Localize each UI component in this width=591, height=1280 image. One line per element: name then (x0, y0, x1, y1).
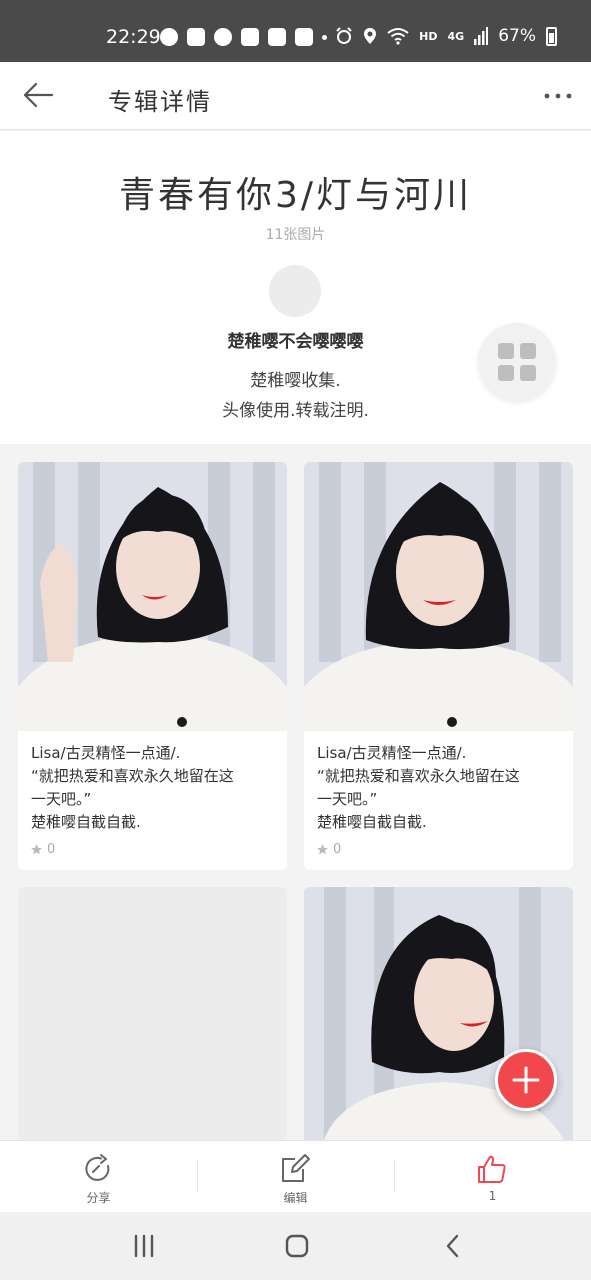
network-type: HD (419, 29, 438, 43)
add-button[interactable] (495, 1049, 557, 1111)
plus-icon (512, 1066, 540, 1094)
grid-icon (498, 343, 514, 359)
grid-view-button[interactable] (478, 323, 556, 401)
card-caption-line: “就把热爱和喜欢永久地留在这 (317, 767, 520, 785)
status-time: 22:29 (106, 26, 161, 48)
card-caption-line: 一天吧。” (31, 790, 92, 808)
like-button[interactable]: 1 (394, 1141, 591, 1213)
card-likes[interactable]: 0 (30, 842, 55, 857)
back-icon[interactable] (440, 1233, 466, 1259)
card-like-count: 0 (47, 842, 56, 857)
paw-app-icon (241, 28, 259, 46)
card-likes[interactable]: 0 (316, 842, 341, 857)
page-title: 专辑详情 (108, 88, 212, 116)
photo-card[interactable]: Lisa/古灵精怪一点通/. “就把热爱和喜欢永久地留在这 一天吧。” 楚稚嘤自… (304, 462, 573, 870)
edit-icon (282, 1154, 310, 1182)
system-icons: HD 4G 67% (335, 26, 557, 46)
battery-percent: 67% (498, 26, 536, 46)
card-caption-line: Lisa/古灵精怪一点通/. (317, 744, 467, 762)
edit-button[interactable]: 编辑 (197, 1141, 394, 1213)
album-title: 青春有你3/灯与河川 (118, 175, 473, 216)
signal-icon (474, 27, 489, 45)
location-icon (364, 28, 377, 44)
photo-card-placeholder[interactable] (18, 887, 287, 1140)
send-icon (214, 28, 232, 46)
star-icon (317, 844, 328, 855)
share-icon (85, 1154, 110, 1181)
back-arrow-icon[interactable] (22, 80, 56, 110)
alarm-icon (336, 27, 352, 44)
card-like-count: 0 (333, 842, 342, 857)
edit-label: 编辑 (283, 1191, 308, 1205)
recent-apps-icon[interactable] (131, 1233, 157, 1259)
share-label: 分享 (86, 1191, 111, 1205)
thumbs-up-icon (478, 1155, 506, 1183)
app-header: 专辑详情 (0, 62, 591, 130)
card-caption-line: 楚稚嘤自截自截. (31, 813, 141, 831)
paw-app-icon (295, 28, 313, 46)
like-count: 1 (488, 1189, 497, 1203)
globe-icon (160, 28, 178, 46)
photo-image[interactable] (18, 462, 287, 731)
card-caption-line: “就把热爱和喜欢永久地留在这 (31, 767, 234, 785)
home-icon[interactable] (284, 1233, 310, 1259)
wifi-icon (387, 28, 409, 45)
battery-icon (546, 26, 557, 46)
photo-image[interactable] (304, 462, 573, 731)
card-caption-line: 一天吧。” (317, 790, 378, 808)
album-description-line2: 头像使用.转载注明. (222, 401, 369, 421)
author-avatar[interactable] (269, 265, 321, 317)
more-notifications-dot (322, 35, 327, 40)
card-caption-line: Lisa/古灵精怪一点通/. (31, 744, 181, 762)
photo-card[interactable]: Lisa/古灵精怪一点通/. “就把热爱和喜欢永久地留在这 一天吧。” 楚稚嘤自… (18, 462, 287, 870)
album-info: 青春有你3/灯与河川 11张图片 楚稚嘤不会嘤嘤嘤 楚稚嘤收集. 头像使用.转载… (0, 131, 591, 444)
system-nav-bar (0, 1212, 591, 1280)
star-icon (31, 844, 42, 855)
bottom-toolbar: 分享 编辑 1 (0, 1140, 591, 1212)
share-button[interactable]: 分享 (0, 1141, 197, 1213)
photo-count: 11张图片 (265, 227, 326, 243)
notification-icons (160, 28, 327, 46)
more-icon[interactable] (543, 84, 573, 108)
status-bar: 22:29 HD 4G 67% (0, 0, 591, 62)
signal-type: 4G (447, 29, 465, 43)
paw-app-icon (187, 28, 205, 46)
paw-app-icon (268, 28, 286, 46)
card-caption-line: 楚稚嘤自截自截. (317, 813, 427, 831)
